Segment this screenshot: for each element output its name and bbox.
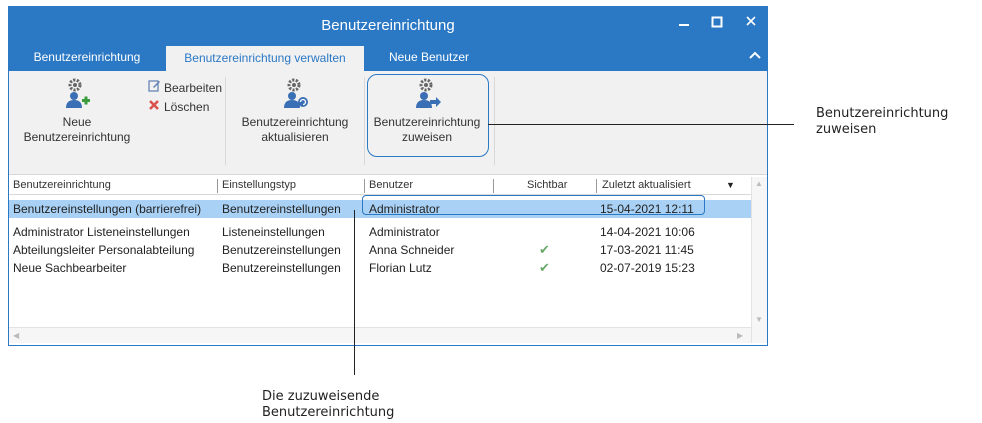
ribbon-separator: [494, 77, 495, 165]
bearbeiten-button[interactable]: Bearbeiten: [147, 79, 222, 95]
cell-user: Administrator: [369, 225, 440, 239]
column-header-sichtbar[interactable]: Sichtbar: [527, 179, 567, 191]
cell-type: Listeneinstellungen: [222, 225, 325, 239]
cell-name: Administrator Listeneinstellungen: [13, 225, 190, 239]
close-icon: [746, 16, 756, 26]
callout-line-zuweisen: [488, 124, 794, 125]
column-separator[interactable]: [493, 179, 494, 193]
column-header-einstellungstyp[interactable]: Einstellungstyp: [222, 179, 296, 191]
table-row[interactable]: Abteilungsleiter Personalabteilung Benut…: [9, 241, 751, 259]
minimize-button[interactable]: [673, 13, 695, 33]
vertical-scrollbar[interactable]: ▲ ▼: [751, 177, 767, 343]
callout-selected-row-line-1: Die zuzuweisende: [262, 389, 380, 404]
aktualisieren-label-line-2: aktualisieren: [261, 130, 329, 144]
column-separator[interactable]: [217, 179, 218, 193]
close-button[interactable]: [740, 13, 762, 33]
ribbon-tab-bar: Benutzereinrichtung Benutzereinrichtung …: [9, 45, 767, 71]
callout-zuweisen: Benutzereinrichtung zuweisen: [816, 106, 948, 138]
ribbon: Neue Benutzereinrichtung Bearbeiten Lösc…: [9, 71, 767, 175]
delete-x-icon: [147, 99, 161, 114]
visible-check-icon: ✔: [539, 260, 550, 275]
benutzereinrichtung-aktualisieren-button[interactable]: Benutzereinrichtung aktualisieren: [227, 77, 363, 145]
maximize-icon: [711, 16, 723, 28]
scroll-up-icon[interactable]: ▲: [755, 179, 763, 188]
ribbon-separator: [225, 77, 226, 165]
cell-updated: 02-07-2019 15:23: [600, 261, 695, 275]
callout-selected-row: Die zuzuweisende Benutzereinrichtung: [262, 389, 394, 421]
callout-zuweisen-line-1: Benutzereinrichtung: [816, 106, 949, 121]
chevron-up-icon: [749, 51, 761, 59]
bearbeiten-label: Bearbeiten: [164, 81, 223, 95]
cell-type: Benutzereinstellungen: [222, 261, 341, 275]
loeschen-label: Löschen: [164, 100, 210, 114]
collapse-ribbon-button[interactable]: [749, 48, 761, 63]
ribbon-separator: [364, 77, 365, 165]
zuweisen-highlight-frame: [367, 74, 489, 157]
grid-header: Benutzereinrichtung Einstellungstyp Benu…: [9, 177, 751, 195]
column-header-benutzer[interactable]: Benutzer: [369, 179, 413, 191]
benutzereinrichtung-window: Benutzereinrichtung Benutzereinrichtung …: [8, 6, 768, 346]
table-row[interactable]: Neue Sachbearbeiter Benutzereinstellunge…: [9, 259, 751, 277]
cell-type: Benutzereinstellungen: [222, 202, 341, 216]
cell-user: Florian Lutz: [369, 261, 432, 275]
cell-name: Neue Sachbearbeiter: [13, 261, 127, 275]
column-separator[interactable]: [596, 179, 597, 193]
neue-benutzereinrichtung-button[interactable]: Neue Benutzereinrichtung: [13, 77, 141, 145]
cell-type: Benutzereinstellungen: [222, 243, 341, 257]
cell-name: Abteilungsleiter Personalabteilung: [13, 243, 195, 257]
title-bar: Benutzereinrichtung: [9, 7, 767, 45]
callout-zuweisen-line-2: zuweisen: [816, 122, 877, 137]
gear-user-refresh-icon: [284, 78, 308, 108]
cell-updated: 14-04-2021 10:06: [600, 225, 695, 239]
selected-row-highlight-frame: [362, 195, 705, 215]
horizontal-scrollbar[interactable]: ◀ ▶: [9, 327, 751, 343]
edit-icon: [147, 79, 161, 95]
cell-updated: 17-03-2021 11:45: [600, 243, 694, 257]
aktualisieren-label-line-1: Benutzereinrichtung: [241, 115, 349, 129]
cell-name: Benutzereinstellungen (barrierefrei): [13, 202, 202, 216]
visible-check-icon: ✔: [539, 242, 550, 257]
callout-selected-row-line-2: Benutzereinrichtung: [262, 405, 395, 420]
callout-line-selected-row: [354, 210, 355, 375]
tab-benutzereinrichtung-verwalten[interactable]: Benutzereinrichtung verwalten: [166, 45, 364, 71]
gear-user-plus-icon: [66, 78, 90, 108]
neue-label-line-2: Benutzereinrichtung: [23, 130, 131, 144]
column-header-zuletzt-aktualisiert[interactable]: Zuletzt aktualisiert: [602, 179, 691, 191]
table-row[interactable]: Administrator Listeneinstellungen Listen…: [9, 223, 751, 241]
maximize-button[interactable]: [706, 13, 728, 33]
cell-user: Anna Schneider: [369, 243, 455, 257]
minimize-icon: [679, 24, 689, 26]
scroll-left-icon[interactable]: ◀: [13, 331, 19, 340]
tab-neue-benutzer[interactable]: Neue Benutzer: [365, 45, 493, 71]
neue-label-line-1: Neue: [62, 115, 92, 129]
scroll-right-icon[interactable]: ▶: [737, 331, 743, 340]
column-header-benutzereinrichtung[interactable]: Benutzereinrichtung: [13, 179, 111, 191]
sort-dropdown-icon[interactable]: ▼: [726, 180, 735, 190]
column-separator[interactable]: [364, 179, 365, 193]
tab-benutzereinrichtung[interactable]: Benutzereinrichtung: [9, 45, 165, 71]
scroll-down-icon[interactable]: ▼: [755, 315, 763, 324]
window-title: Benutzereinrichtung: [321, 17, 455, 34]
loeschen-button[interactable]: Löschen: [147, 99, 209, 114]
